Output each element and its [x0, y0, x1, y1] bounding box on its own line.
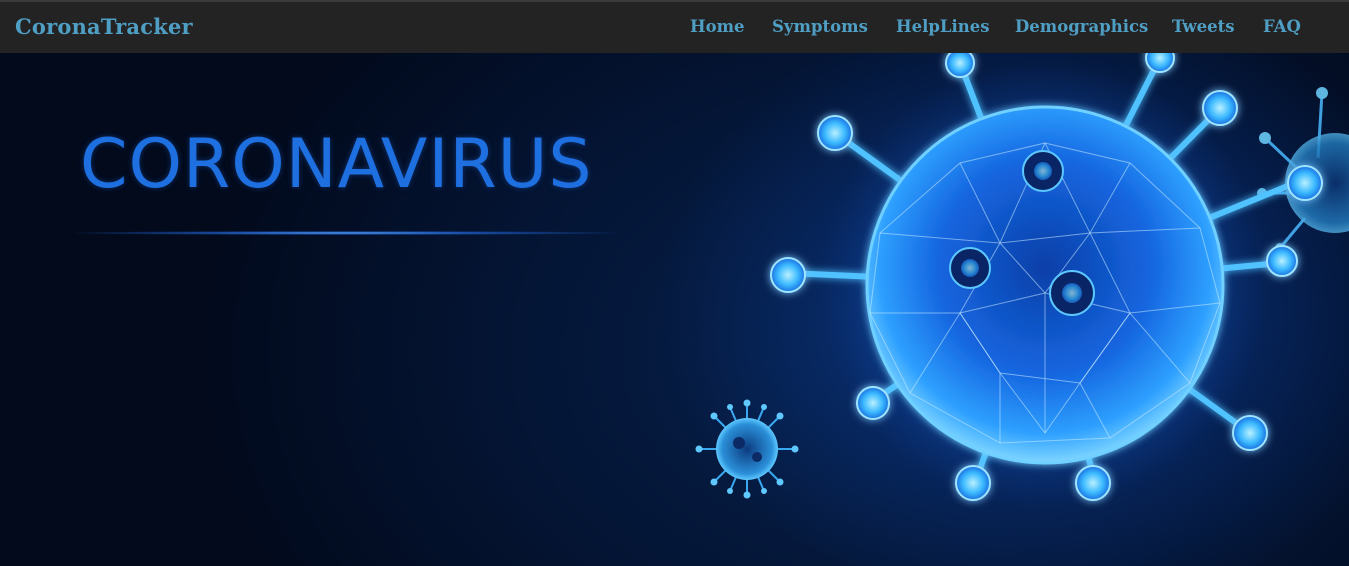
nav-link-faq[interactable]: FAQ — [1263, 17, 1301, 36]
nav-link-demographics[interactable]: Demographics — [1015, 17, 1148, 36]
nav-link-home[interactable]: Home — [690, 17, 745, 36]
navbar: CoronaTracker Home Symptoms HelpLines De… — [0, 0, 1349, 53]
nav-link-symptoms[interactable]: Symptoms — [772, 17, 868, 36]
virus-illustration — [695, 53, 1349, 510]
nav-link-helplines[interactable]: HelpLines — [896, 17, 990, 36]
nav-link-tweets[interactable]: Tweets — [1172, 17, 1235, 36]
large-virus-icon — [770, 53, 1323, 510]
page: CoronaTracker Home Symptoms HelpLines De… — [0, 0, 1349, 566]
small-virus-icon — [695, 399, 799, 499]
brand-link[interactable]: CoronaTracker — [15, 14, 193, 39]
hero-banner: CORONAVIRUS — [0, 53, 1349, 566]
